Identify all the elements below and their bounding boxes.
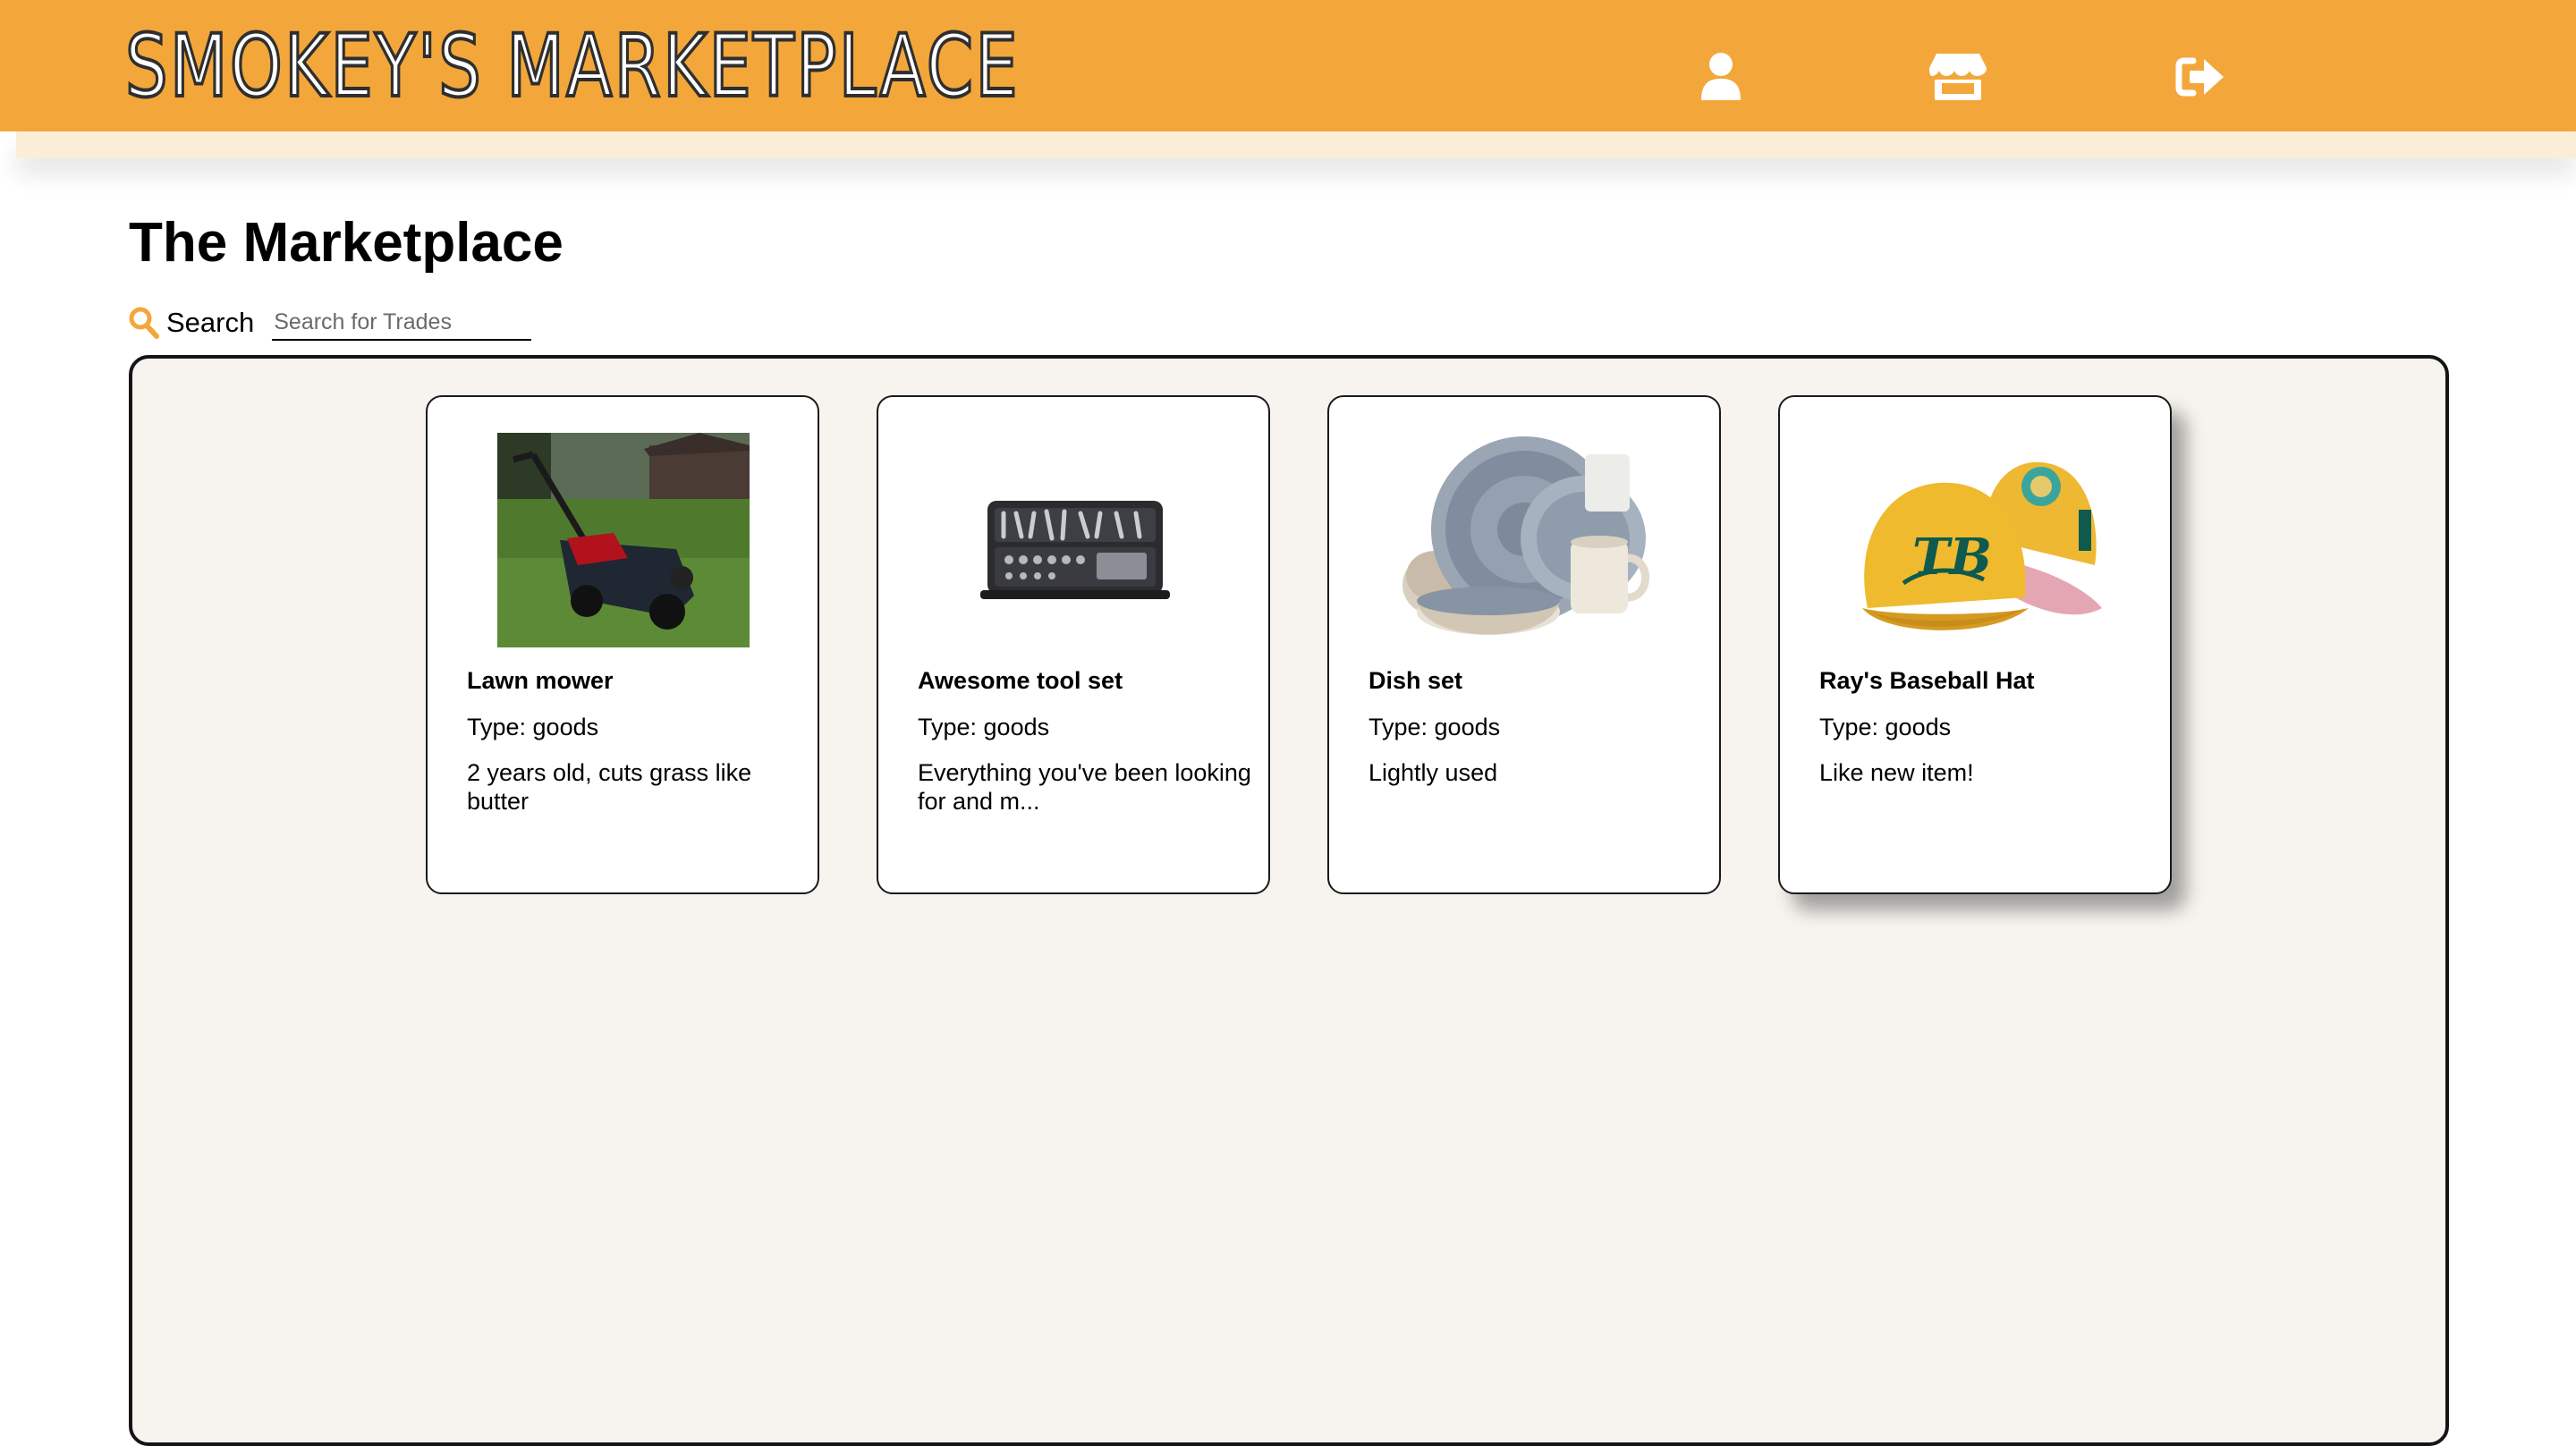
header-shadow-strip <box>16 131 2576 158</box>
search-bar: Search <box>129 300 532 345</box>
listing-type: Type: goods <box>918 714 1050 740</box>
user-icon <box>1701 53 1741 100</box>
listing-title: Ray's Baseball Hat <box>1819 667 2035 694</box>
listing-type: Type: goods <box>467 714 599 740</box>
listing-description: Like new item! <box>1819 759 1974 786</box>
search-input[interactable] <box>272 305 532 341</box>
listing-title: Awesome tool set <box>918 667 1123 694</box>
listing-card[interactable]: Dish set Type: goods Lightly used <box>1327 395 1721 894</box>
listing-description: Everything you've been looking for and m… <box>918 759 1251 815</box>
tool-set-image <box>948 433 1200 647</box>
baseball-hat-image: TB <box>1850 433 2102 647</box>
search-icon <box>129 307 159 339</box>
logout-nav-button[interactable] <box>2168 47 2233 107</box>
listing-title: Dish set <box>1368 667 1463 694</box>
store-nav-button[interactable] <box>1926 47 1990 107</box>
listing-description: 2 years old, cuts grass like butter <box>467 759 752 815</box>
listing-card[interactable]: Lawn mower Type: goods 2 years old, cuts… <box>426 395 819 894</box>
listing-card[interactable]: TB Ray's Baseball Hat Type: goods Like n… <box>1778 395 2172 894</box>
page-title: The Marketplace <box>129 212 564 274</box>
storefront-icon <box>1929 54 1987 100</box>
listing-title: Lawn mower <box>467 667 614 694</box>
listing-type: Type: goods <box>1819 714 1952 740</box>
brand-logo-text[interactable]: SMOKEY'S MARKETPLACE <box>123 20 1020 113</box>
profile-nav-button[interactable] <box>1689 47 1753 107</box>
listing-card[interactable]: Awesome tool set Type: goods Everything … <box>877 395 1270 894</box>
listing-type: Type: goods <box>1368 714 1501 740</box>
search-label: Search <box>166 307 255 338</box>
sign-out-icon <box>2175 57 2224 97</box>
listing-description: Lightly used <box>1368 759 1498 786</box>
dish-set-image <box>1399 433 1651 647</box>
lawn-mower-image <box>497 433 750 647</box>
top-navigation-bar: SMOKEY'S MARKETPLACE <box>0 0 2576 131</box>
